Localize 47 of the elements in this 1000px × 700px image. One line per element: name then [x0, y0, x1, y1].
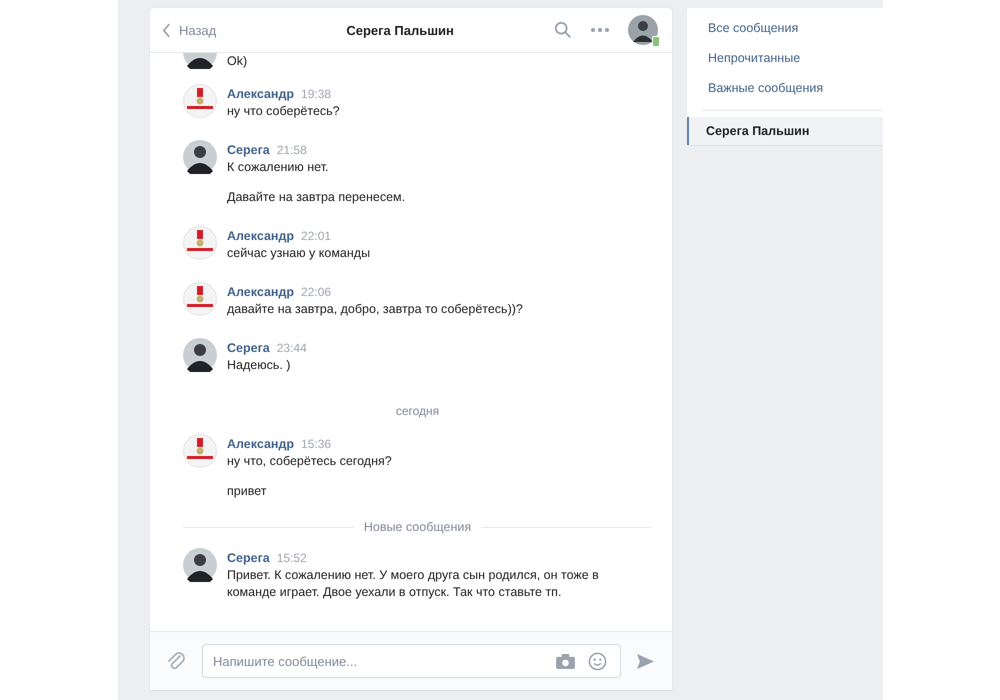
message-time: 22:06 [301, 284, 332, 301]
search-icon[interactable] [554, 21, 572, 39]
message-text: сейчас узнаю у команды [227, 245, 370, 262]
message-text: Привет. К сожалению нет. У моего друга сын родился, он тоже в команде играет. Двое уехали в отпуск. Так что ставьте тп. [227, 567, 599, 601]
avatar-silhouette-icon[interactable] [183, 548, 217, 582]
message-text: Надеюсь. ) [227, 357, 292, 374]
club-emblem-icon[interactable] [183, 434, 217, 468]
smiley-icon[interactable] [588, 652, 607, 671]
message-text: Ok) [227, 53, 248, 70]
camera-icon[interactable] [556, 654, 575, 669]
menu-item[interactable]: Непрочитанные [687, 44, 883, 74]
menu-item[interactable]: Серега Пальшин [687, 117, 883, 145]
avatar-silhouette-icon[interactable] [183, 140, 217, 174]
avatar-silhouette-icon[interactable] [183, 338, 217, 372]
message-input[interactable]: Напишите сообщение... [202, 644, 621, 678]
menu-item[interactable]: Все сообщения [687, 14, 883, 44]
club-emblem-icon[interactable] [183, 282, 217, 316]
message-time: 22:01 [301, 228, 332, 245]
author-name[interactable]: Серега [227, 340, 270, 357]
message-text: ну что, соберётесь сегодня? [227, 453, 392, 470]
message-text: давайте на завтра, добро, завтра то соберётесь))? [227, 301, 523, 318]
menu-item[interactable]: Важные сообщения [687, 74, 883, 104]
author-name[interactable]: Александр [227, 436, 294, 453]
back-button[interactable]: Назад [162, 22, 216, 38]
author-name[interactable]: Александр [227, 86, 294, 103]
message-time: 15:52 [276, 550, 307, 567]
message-text: ну что соберётесь? [227, 103, 340, 120]
more-icon[interactable] [590, 27, 610, 33]
club-emblem-icon[interactable] [183, 226, 217, 260]
avatar-silhouette-icon[interactable] [628, 15, 658, 45]
author-name[interactable]: Александр [227, 228, 294, 245]
message-time: 15:36 [301, 436, 332, 453]
paperclip-icon[interactable] [166, 650, 186, 672]
chat-title: Серега Пальшин [345, 22, 455, 38]
club-emblem-icon[interactable] [183, 84, 217, 118]
message-time: 19:38 [301, 86, 332, 103]
message-time: 23:44 [276, 340, 307, 357]
new-messages-divider: Новые сообщения [364, 520, 472, 534]
chevron-left-icon [162, 22, 171, 38]
message-time: 21:58 [276, 142, 307, 159]
date-separator: сегодня [396, 404, 440, 418]
author-name[interactable]: Серега [227, 550, 270, 567]
message-text: привет [227, 483, 268, 500]
message-text: Давайте на завтра перенесем. [227, 189, 406, 206]
author-name[interactable]: Серега [227, 142, 270, 159]
author-name[interactable]: Александр [227, 284, 294, 301]
message-text: К сожалению нет. [227, 159, 330, 176]
